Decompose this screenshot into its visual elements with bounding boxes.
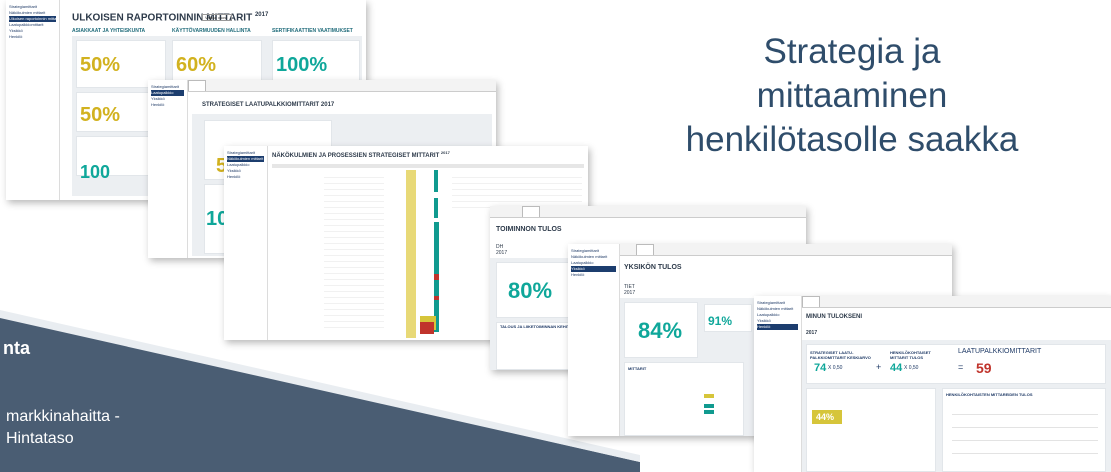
chart-gridlines [952, 402, 1098, 466]
year-label: 2017 [806, 330, 818, 336]
tab[interactable] [490, 206, 506, 217]
kpi-value: 80% [508, 278, 553, 303]
value-personal: 44 [890, 362, 903, 374]
value-strategic: 74 [814, 362, 827, 374]
background-slide-line-2: Hintataso [6, 430, 74, 447]
tab-bar [802, 296, 1111, 308]
section-tile [624, 362, 744, 436]
total-value: 59 [976, 360, 992, 376]
sidebar-item[interactable]: Henkilö [227, 174, 264, 180]
page-title: ULKOISEN RAPORTOINNIN MITTARIT 2017 [72, 12, 269, 24]
background-slide-line-1: markkinahaitta - [6, 408, 120, 425]
section-tile [496, 322, 576, 370]
chart-title: HENKILÖKOHTAISTEN MITTAREIDEN TULOS [946, 392, 1033, 397]
sidebar: Strategiamittarit Näkökulmien mittarit L… [754, 296, 802, 472]
kpi-value: 50% [80, 54, 121, 76]
page-title: TOIMINNON TULOS [496, 226, 562, 233]
status-bar [420, 322, 434, 334]
tab[interactable] [836, 296, 852, 307]
status-bar [704, 410, 714, 414]
tab[interactable] [540, 206, 556, 217]
tab[interactable] [820, 296, 836, 307]
table-rows [324, 172, 384, 332]
tab[interactable] [620, 244, 636, 255]
tab-bar [490, 206, 806, 218]
tab[interactable] [636, 244, 654, 255]
status-bar [434, 274, 439, 280]
label-personal-result: HENKILÖKOHTAISET MITTARIT TULOS [890, 350, 931, 360]
column-highlight [406, 170, 416, 338]
column-header-1: ASIAKKAAT JA YHTEISKUNTA [72, 28, 146, 34]
kpi-value: 100 [80, 162, 111, 182]
sidebar: Strategiamittarit Näkökulmien mittarit L… [568, 244, 620, 436]
sidebar-item-active[interactable]: Henkilö [757, 324, 798, 330]
sidebar-item[interactable]: Henkilö [9, 34, 56, 40]
status-bar [434, 198, 438, 218]
personal-tile [806, 388, 936, 472]
tab[interactable] [188, 80, 206, 91]
sidebar-item[interactable]: Henkilö [571, 272, 616, 278]
kpi-value: 100% [276, 54, 328, 76]
headline-line-1: Strategia ja [763, 32, 941, 71]
tab-bar [620, 244, 952, 256]
status-bar [704, 394, 714, 398]
page-title: NÄKÖKULMIEN JA PROSESSIEN STRATEGISET MI… [272, 150, 450, 159]
label-strategic-average: STRATEGISET LAATU-PALKKIOMITTARIT KESKIA… [810, 350, 871, 360]
tab[interactable] [802, 296, 820, 307]
headline: Strategia ja mittaaminen henkilötasolle … [632, 30, 1072, 162]
status-bar [704, 404, 714, 408]
tab[interactable] [206, 80, 222, 91]
tab-bar [188, 80, 496, 92]
multiplier-2: X 0,50 [904, 365, 919, 371]
headline-line-2: mittaaminen [756, 76, 948, 115]
multiplier-1: X 0,50 [828, 365, 843, 371]
kpi-value: 91% [708, 314, 733, 328]
status-bar [434, 170, 438, 192]
page-title: YKSIKÖN TULOS [624, 264, 682, 271]
equals-sign: = [958, 362, 964, 372]
sidebar-item[interactable]: Henkilö [151, 102, 184, 108]
section-title: TALOUS JA LIIKETOIMINNAN KEHITYS [500, 324, 575, 329]
label-bonus-metrics: LAATUPALKKIOMITTARIT [958, 348, 1042, 355]
column-header-2: KÄYTTÖVARMUUDEN HALLINTA [172, 28, 251, 34]
column-header-3: SERTIFIKAATTIEN VAATIMUKSET [272, 28, 353, 34]
year-dropdown[interactable]: Valitse vuosi [202, 14, 232, 21]
sidebar: Strategiamittarit Laatupalkkio Yksikkö H… [148, 80, 188, 258]
status-bar [434, 296, 439, 300]
tab[interactable] [852, 296, 868, 307]
section-title: MITTARIT [628, 366, 647, 371]
table-header [272, 164, 584, 168]
small-kpi-value: 44% [816, 412, 835, 422]
plus-sign: + [876, 362, 882, 372]
sidebar: Strategiamittarit Näkökulmien mittarit U… [6, 0, 60, 200]
kpi-value: 84% [638, 318, 683, 343]
year-label: 2017 [624, 290, 636, 296]
background-slide-title: nta [3, 338, 30, 358]
screenshot-my-results: Strategiamittarit Näkökulmien mittarit L… [754, 296, 1111, 472]
tab[interactable] [670, 244, 686, 255]
tab[interactable] [654, 244, 670, 255]
tab[interactable] [506, 206, 522, 217]
year-label: 2017 [496, 250, 508, 256]
page-title: MINUN TULOKSENI [806, 314, 862, 320]
kpi-value: 50% [80, 104, 121, 126]
kpi-value: 60% [176, 54, 217, 76]
sidebar: Strategiamittarit Näkökulmien mittarit L… [224, 146, 268, 340]
headline-line-3: henkilötasolle saakka [685, 120, 1019, 159]
page-title: STRATEGISET LAATUPALKKIOMITTARIT 2017 [202, 102, 335, 108]
tab[interactable] [522, 206, 540, 217]
